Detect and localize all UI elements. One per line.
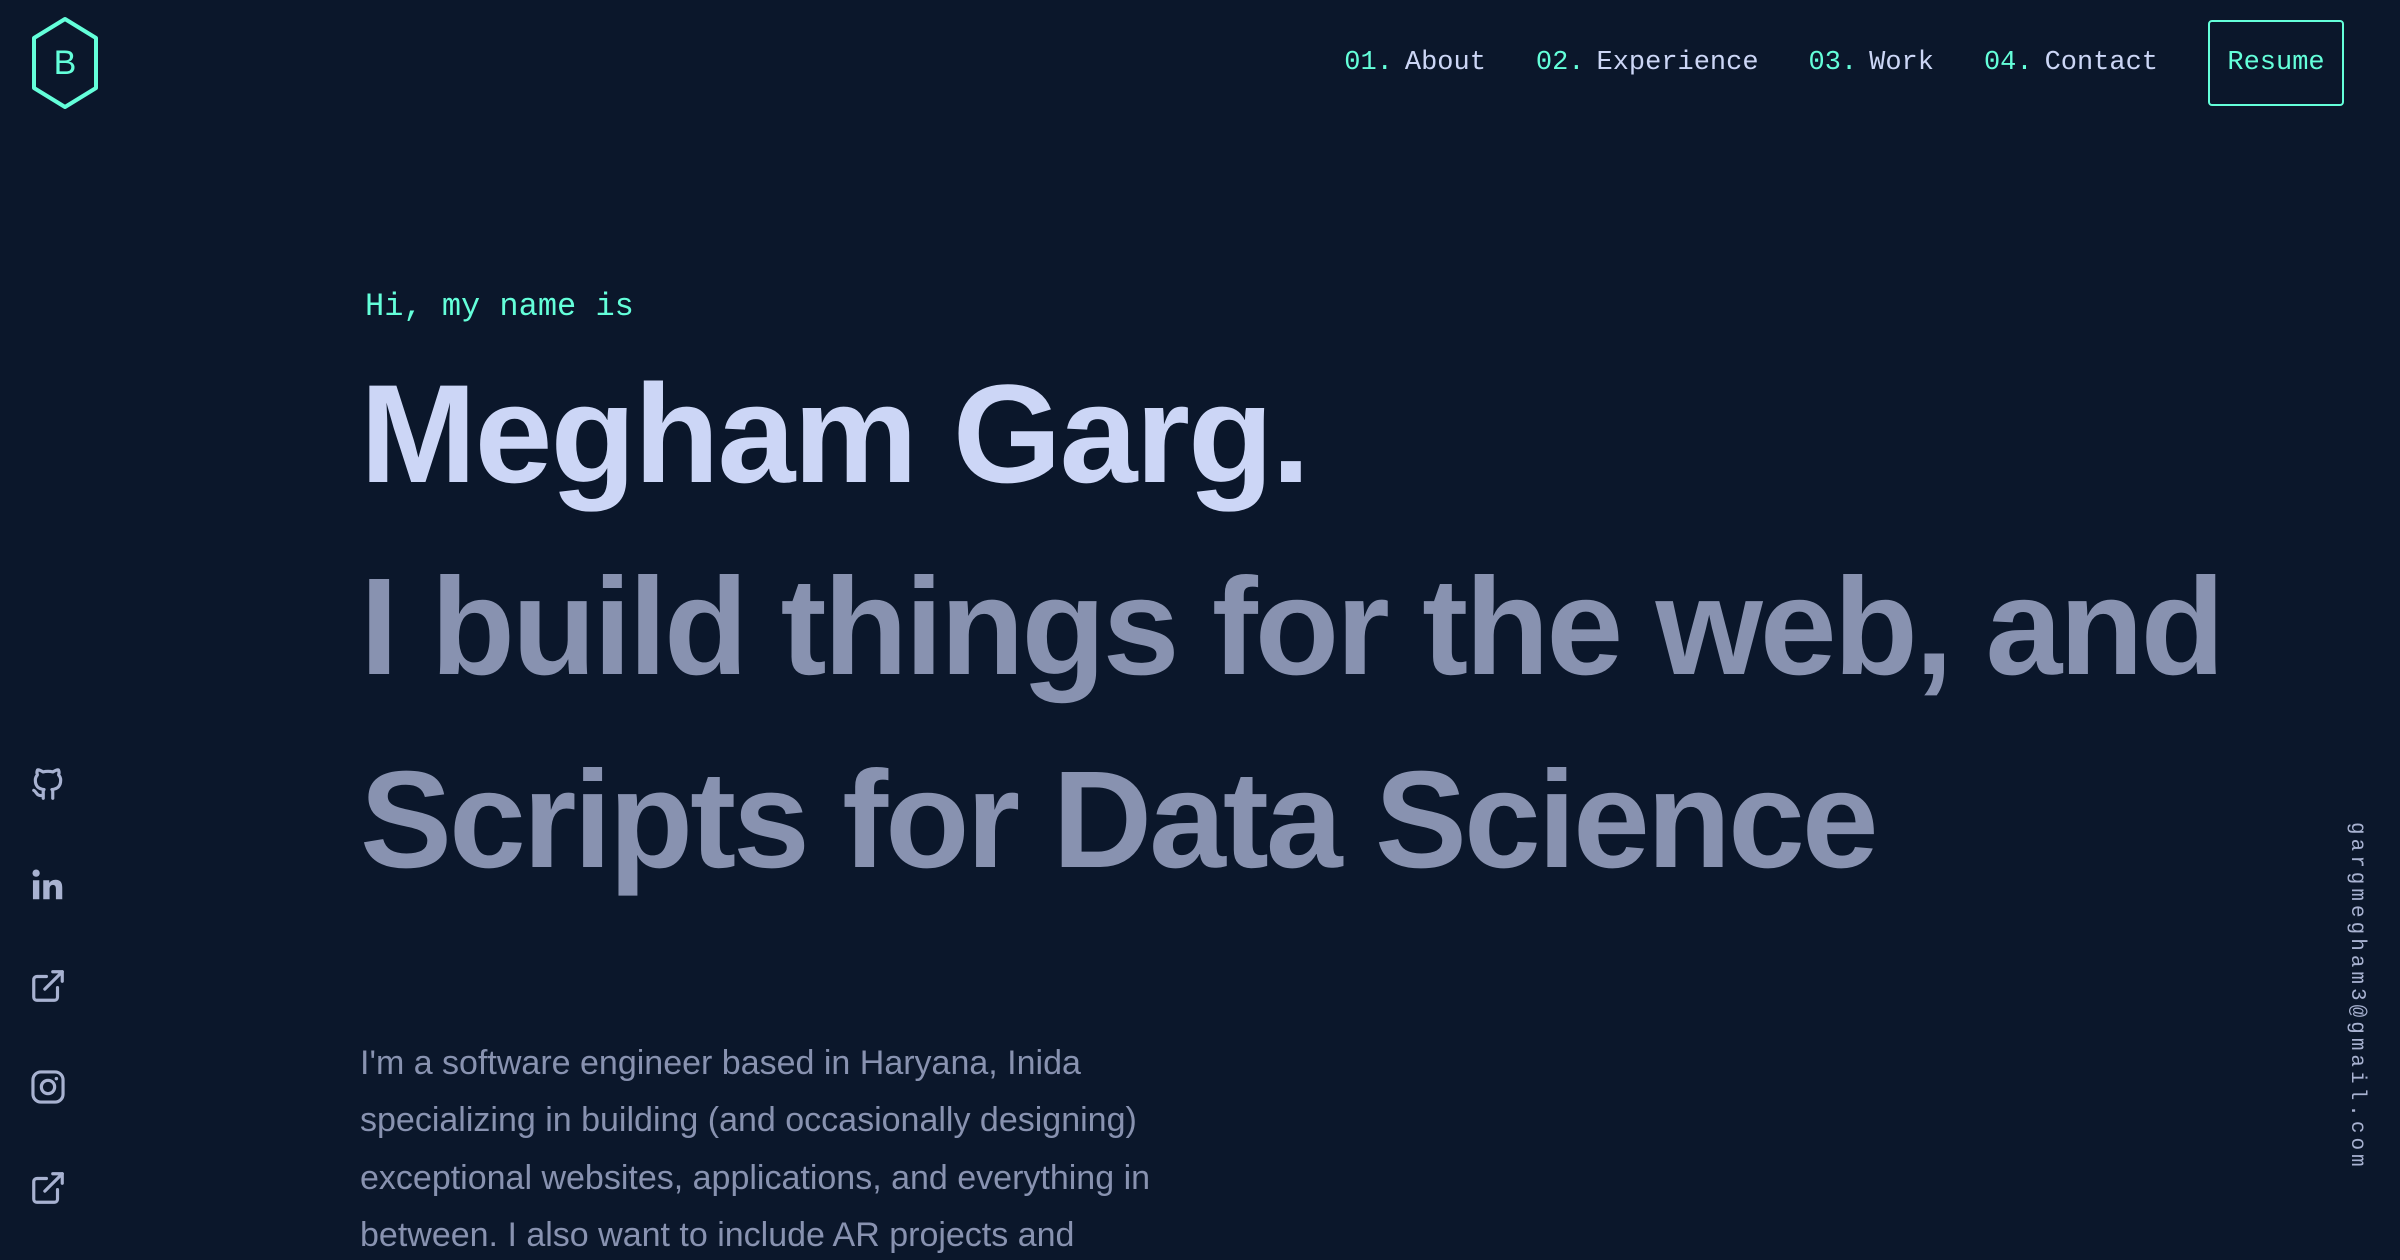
- nav-label: About: [1404, 48, 1486, 78]
- nav-number: 03.: [1808, 48, 1858, 78]
- github-link[interactable]: [28, 764, 68, 804]
- linkedin-link[interactable]: [28, 865, 68, 905]
- nav-label: Work: [1869, 48, 1934, 78]
- nav-number: 04.: [1983, 48, 2033, 78]
- hero-tagline-line-2: Scripts for Data Science: [360, 743, 1879, 898]
- instagram-icon: [31, 1070, 65, 1104]
- nav-item-contact[interactable]: 04. Contact: [1984, 48, 2158, 78]
- instagram-link[interactable]: [28, 1067, 68, 1107]
- nav-number: 02.: [1535, 48, 1585, 78]
- nav-item-work[interactable]: 03. Work: [1809, 48, 1934, 78]
- external-link-icon: [32, 1172, 64, 1204]
- nav-item-experience[interactable]: 02. Experience: [1536, 48, 1759, 78]
- hero-intro: I'm a software engineer based in Haryana…: [360, 1044, 1151, 1254]
- nav-label: Experience: [1596, 48, 1759, 78]
- main-nav: 01. About 02. Experience 03. Work 04. Co…: [1344, 20, 2344, 106]
- social-links: [28, 764, 68, 1260]
- logo[interactable]: B: [30, 16, 100, 110]
- hero-tagline-line-1: I build things for the web, and: [360, 550, 2225, 704]
- nav-number: 01.: [1344, 48, 1393, 78]
- hero-greeting: Hi, my name is: [365, 288, 634, 325]
- github-icon: [32, 768, 63, 800]
- nav-label: Contact: [2044, 48, 2158, 78]
- linkedin-icon: [32, 869, 63, 900]
- hexagon-logo-icon: B: [32, 17, 98, 109]
- hero-tagline: I build things for the web, and Scripts …: [360, 531, 2225, 917]
- email-link[interactable]: gargmegham3@gmail.com: [2345, 822, 2368, 1171]
- nav-item-about[interactable]: 01. About: [1344, 48, 1486, 78]
- logo-letter: B: [54, 44, 77, 82]
- external-link-1[interactable]: [28, 966, 68, 1006]
- external-link-2[interactable]: [28, 1168, 68, 1208]
- hero-section: Hi, my name is Megham Garg. I build thin…: [360, 288, 2225, 1260]
- resume-button[interactable]: Resume: [2208, 20, 2344, 106]
- external-link-icon: [32, 970, 64, 1002]
- hero-name: Megham Garg.: [360, 355, 1310, 512]
